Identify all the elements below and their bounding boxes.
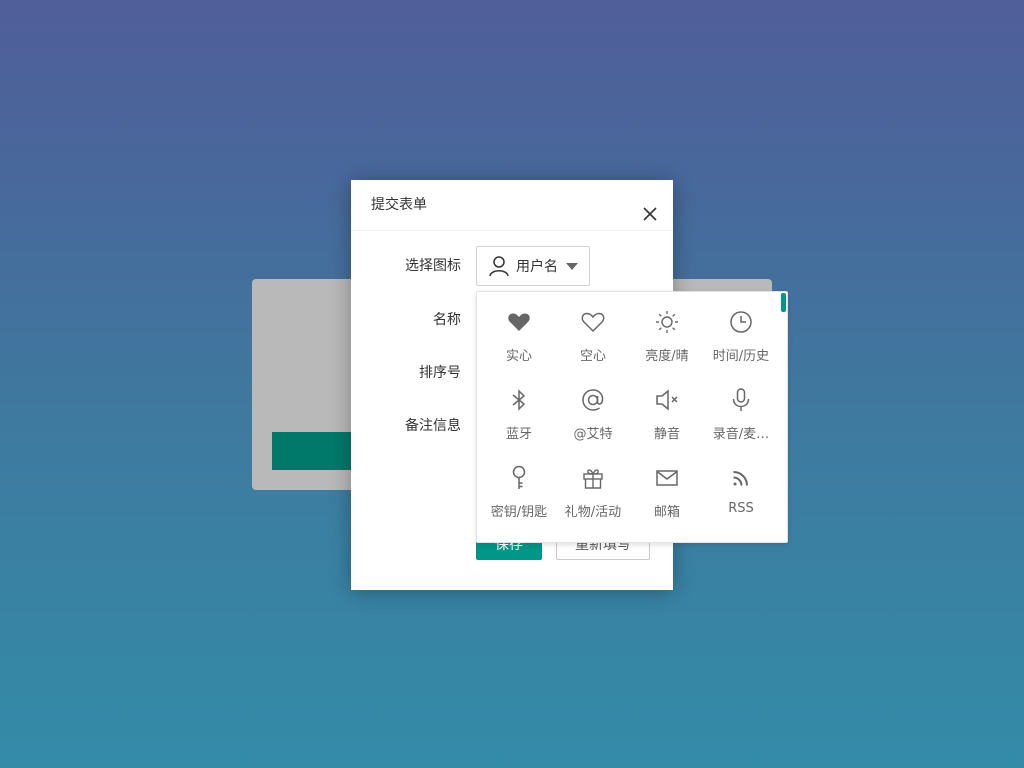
bluetooth-icon <box>506 387 532 413</box>
icon-panel-scrollbar[interactable] <box>781 293 786 312</box>
icon-option-heart-filled[interactable]: 实心 <box>482 298 556 376</box>
close-icon[interactable] <box>641 194 659 221</box>
icon-option-mute[interactable]: 静音 <box>630 376 704 454</box>
icon-option-label: 亮度/晴 <box>645 349 689 364</box>
icon-option-label: 邮箱 <box>653 505 680 520</box>
heart-filled-icon <box>506 309 532 335</box>
heart-outline-icon <box>580 309 606 335</box>
dialog-title: 提交表单 <box>371 197 427 213</box>
icon-option-label: 密钥/钥匙 <box>490 505 548 520</box>
sun-icon <box>654 309 680 335</box>
icon-option-rss[interactable]: RSS <box>704 454 778 532</box>
icon-option-label: @艾特 <box>573 427 613 442</box>
icon-option-label: 时间/历史 <box>712 349 770 364</box>
key-icon <box>506 465 532 491</box>
icon-option-clock[interactable]: 时间/历史 <box>704 298 778 376</box>
icon-option-label: RSS <box>728 501 754 516</box>
remark-field-label: 备注信息 <box>405 418 461 434</box>
icon-option-sun[interactable]: 亮度/晴 <box>630 298 704 376</box>
user-icon <box>488 255 510 277</box>
icon-option-label: 空心 <box>579 349 606 364</box>
icon-dropdown-panel[interactable]: 实心 空心 亮度/晴 时间/历史 蓝牙 @艾特 静音 录音/麦… 密钥/钥匙 礼… <box>476 291 788 543</box>
icon-option-label: 静音 <box>653 427 680 442</box>
icon-grid: 实心 空心 亮度/晴 时间/历史 蓝牙 @艾特 静音 录音/麦… 密钥/钥匙 礼… <box>482 298 778 532</box>
icon-field-label: 选择图标 <box>405 258 461 274</box>
icon-option-label: 录音/麦… <box>712 427 770 442</box>
icon-option-bluetooth[interactable]: 蓝牙 <box>482 376 556 454</box>
icon-option-label: 实心 <box>505 349 532 364</box>
name-field-label: 名称 <box>433 312 461 328</box>
icon-option-microphone[interactable]: 录音/麦… <box>704 376 778 454</box>
icon-option-label: 蓝牙 <box>505 427 532 442</box>
microphone-icon <box>728 387 754 413</box>
clock-icon <box>728 309 754 335</box>
mute-icon <box>654 387 680 413</box>
icon-option-heart-outline[interactable]: 空心 <box>556 298 630 376</box>
order-field-label: 排序号 <box>419 365 461 381</box>
mail-icon <box>654 465 680 491</box>
rss-icon <box>728 465 754 491</box>
icon-select-value: 用户名 <box>516 259 558 275</box>
dialog-header: 提交表单 <box>351 180 673 231</box>
icon-option-label: 礼物/活动 <box>564 505 622 520</box>
icon-option-key[interactable]: 密钥/钥匙 <box>482 454 556 532</box>
icon-option-at[interactable]: @艾特 <box>556 376 630 454</box>
icon-select[interactable]: 用户名 <box>476 246 590 286</box>
gift-icon <box>580 465 606 491</box>
icon-field-row: 选择图标 用户名 <box>351 246 673 286</box>
icon-option-gift[interactable]: 礼物/活动 <box>556 454 630 532</box>
chevron-down-icon <box>566 262 578 270</box>
icon-option-mail[interactable]: 邮箱 <box>630 454 704 532</box>
at-icon <box>580 387 606 413</box>
